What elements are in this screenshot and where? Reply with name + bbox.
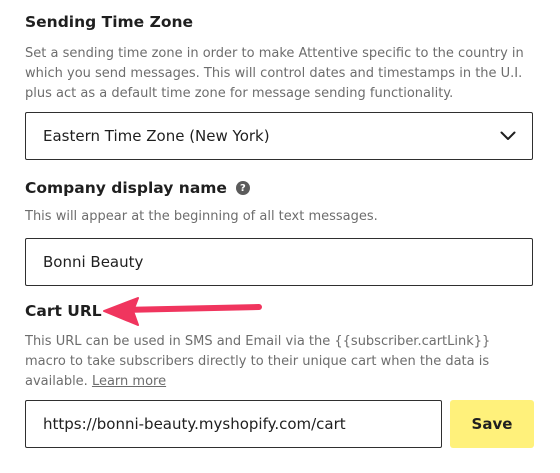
- save-button[interactable]: Save: [450, 400, 534, 448]
- company-name-title-text: Company display name: [25, 179, 227, 197]
- chevron-down-icon: [500, 131, 516, 140]
- learn-more-link[interactable]: Learn more: [92, 374, 166, 389]
- cart-url-title: Cart URL: [25, 302, 102, 320]
- time-zone-title: Sending Time Zone: [25, 13, 194, 31]
- arrow-left-icon: [103, 297, 262, 326]
- time-zone-select[interactable]: Eastern Time Zone (New York): [25, 112, 533, 160]
- cart-url-description: This URL can be used in SMS and Email vi…: [25, 332, 533, 392]
- settings-page: Sending Time Zone Set a sending time zon…: [0, 0, 560, 473]
- cart-url-input[interactable]: https://bonni-beauty.myshopify.com/cart: [25, 400, 442, 448]
- company-name-description: This will appear at the beginning of all…: [25, 209, 378, 224]
- company-name-input[interactable]: Bonni Beauty: [25, 238, 533, 286]
- cart-url-value: https://bonni-beauty.myshopify.com/cart: [43, 415, 346, 433]
- question-mark-icon[interactable]: ?: [235, 181, 250, 195]
- company-name-title: Company display name ?: [25, 179, 250, 197]
- time-zone-selected-value: Eastern Time Zone (New York): [43, 127, 270, 145]
- company-name-value: Bonni Beauty: [43, 253, 144, 271]
- time-zone-description: Set a sending time zone in order to make…: [25, 46, 524, 101]
